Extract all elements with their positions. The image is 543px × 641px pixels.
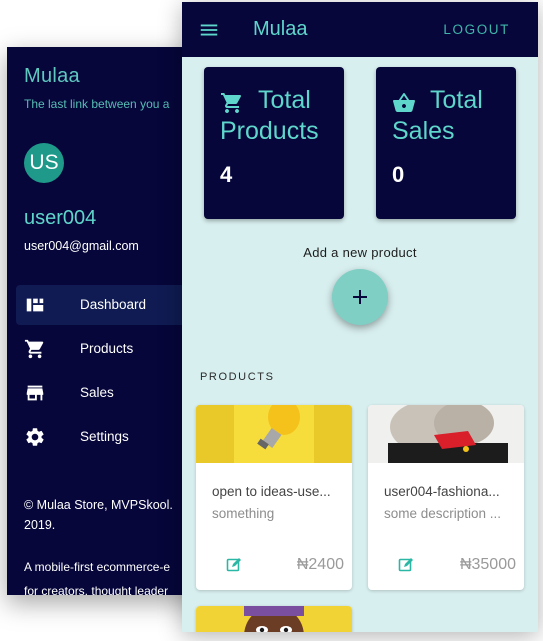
nav-label-dashboard: Dashboard — [80, 297, 147, 312]
product-card[interactable]: open to ideas-use... something ₦2400 — [196, 405, 352, 590]
product-description: some description ... — [384, 506, 502, 521]
edit-icon[interactable] — [226, 557, 242, 573]
fashion-photo — [368, 405, 524, 463]
user-email: user004@gmail.com — [24, 239, 139, 253]
product-name: open to ideas-use... — [212, 484, 331, 499]
dashboard-screen: Mulaa LOGOUT Total Products 4 Total Sale… — [182, 2, 538, 632]
products-section-label: PRODUCTS — [200, 371, 275, 383]
face-photo — [196, 606, 352, 632]
footer-copyright: © Mulaa Store, MVPSkool. 2019. — [24, 498, 173, 532]
footer-description: A mobile-first ecommerce-e for creators,… — [24, 555, 170, 595]
total-sales-card: Total Sales 0 — [376, 67, 516, 219]
nav-label-sales: Sales — [80, 385, 114, 400]
menu-icon[interactable] — [198, 19, 220, 41]
footer-description-line-1: A mobile-first ecommerce-e — [24, 560, 171, 574]
cart-icon — [24, 339, 44, 359]
drawer-tagline: The last link between you a — [24, 97, 170, 111]
stat-value: 4 — [220, 162, 233, 187]
app-title: Mulaa — [253, 18, 308, 40]
footer-description-line-2: for creators, thought leader — [24, 584, 169, 595]
gear-icon — [26, 428, 44, 446]
stat-title: Total Products — [220, 86, 319, 145]
logout-button[interactable]: LOGOUT — [443, 22, 510, 37]
add-product-button[interactable] — [332, 269, 388, 325]
product-card[interactable]: user004-fashiona... some description ...… — [368, 405, 524, 590]
product-price: ₦35000 — [459, 556, 516, 573]
product-price: ₦2400 — [296, 556, 344, 573]
stat-value: 0 — [392, 162, 405, 187]
avatar: US — [24, 143, 64, 183]
nav-label-products: Products — [80, 341, 134, 356]
stat-title: Total Sales — [392, 86, 483, 145]
dashboard-icon — [26, 298, 44, 312]
user-name: user004 — [24, 207, 97, 229]
total-products-card: Total Products 4 — [204, 67, 344, 219]
nav-label-settings: Settings — [80, 429, 129, 444]
app-bar: Mulaa LOGOUT — [182, 2, 538, 57]
edit-icon[interactable] — [398, 557, 414, 573]
product-name: user004-fashiona... — [384, 484, 500, 499]
plus-icon — [353, 290, 367, 304]
drawer-app-title: Mulaa — [24, 65, 80, 87]
lightbulb-photo — [196, 405, 352, 463]
add-product-label: Add a new product — [303, 245, 417, 260]
product-description: something — [212, 506, 275, 521]
store-icon — [26, 385, 44, 401]
product-card[interactable] — [196, 606, 352, 632]
